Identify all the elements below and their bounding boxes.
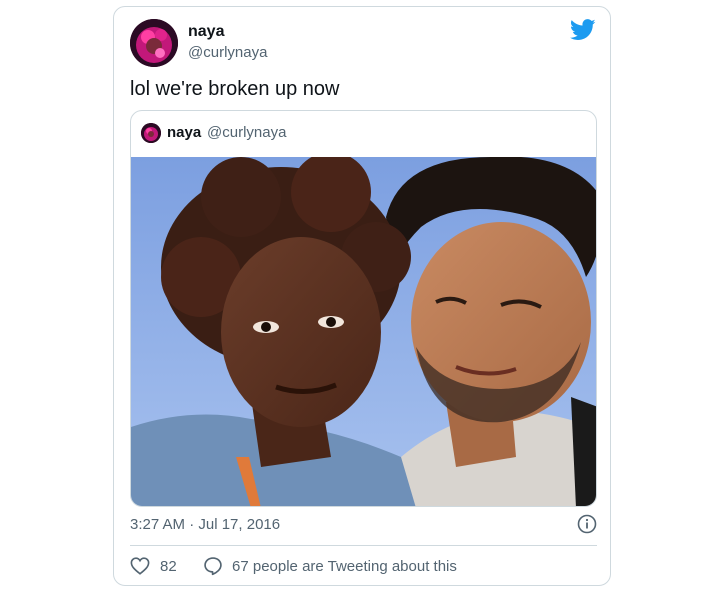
tweet-text: lol we're broken up now <box>130 78 340 100</box>
timestamp[interactable]: 3:27 AM · Jul 17, 2016 <box>130 516 280 533</box>
like-count[interactable]: 82 <box>160 558 177 575</box>
info-icon[interactable] <box>577 514 597 534</box>
twitter-bird-icon[interactable] <box>569 19 596 41</box>
quoted-avatar[interactable] <box>141 123 161 143</box>
conversation-link[interactable]: 67 people are Tweeting about this <box>232 558 457 575</box>
quoted-author-handle[interactable]: @curlynaya <box>207 124 286 141</box>
author-name[interactable]: naya <box>188 23 224 41</box>
avatar[interactable] <box>130 19 178 67</box>
quoted-photo[interactable] <box>131 152 596 506</box>
quoted-tweet[interactable]: naya @curlynaya <box>130 110 597 507</box>
heart-icon[interactable] <box>130 557 150 575</box>
quoted-author-name[interactable]: naya <box>167 124 201 141</box>
author-handle[interactable]: @curlynaya <box>188 44 267 61</box>
divider <box>130 545 597 546</box>
speech-bubble-icon[interactable] <box>203 556 223 576</box>
tweet-card[interactable]: naya @curlynaya lol we're broken up now … <box>113 6 611 586</box>
